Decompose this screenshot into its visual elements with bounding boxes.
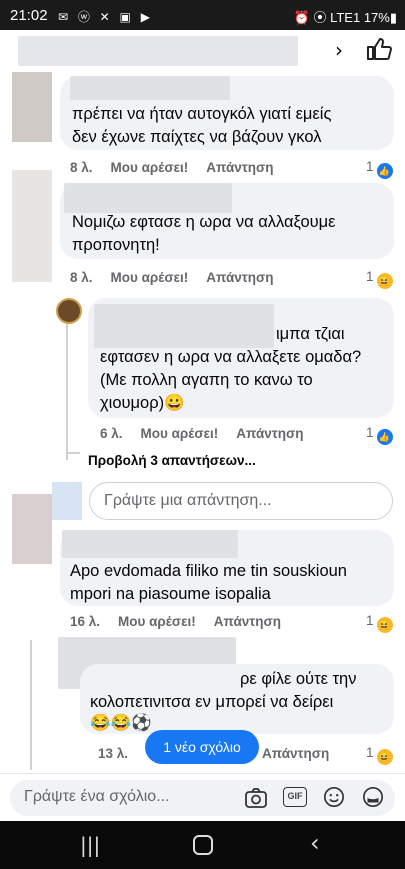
comment-text: χιουμορ)😀 (100, 394, 185, 412)
reaction-count-value: 1 (366, 745, 374, 760)
comment-composer: Γράψτε ένα σχόλιο... GIF (0, 773, 405, 821)
reaction-count[interactable]: 1 😆 (366, 613, 393, 633)
like-link[interactable]: Μου αρέσει! (111, 160, 189, 175)
avatar[interactable] (12, 170, 52, 282)
reaction-count[interactable]: 1 😆 (366, 269, 393, 289)
comment-input-placeholder: Γράψτε ένα σχόλιο... (24, 788, 170, 805)
reply-link[interactable]: Απάντηση (262, 746, 347, 761)
comment-time: 6 λ. (100, 426, 123, 441)
comment-actions: 6 λ. Μου αρέσει! Απάντηση (100, 426, 322, 441)
status-bar: 21:02 ✉ ⓦ ✕ ▣ ▶ ⏰ ⦿ LTE1 17%▮ (0, 0, 405, 30)
new-comment-button[interactable]: 1 νέο σχόλιο (145, 730, 259, 764)
reply-link[interactable]: Απάντηση (214, 614, 281, 629)
like-link[interactable]: Μου αρέσει! (141, 426, 219, 441)
home-icon[interactable] (193, 835, 213, 855)
like-link[interactable]: Μου αρέσει! (118, 614, 196, 629)
comment-bubble[interactable]: ιμπα τζιαι εφτασεν η ωρα να αλλαξετε ομα… (88, 298, 394, 418)
comment-text: δεν έχωνε παίχτες να βάζουν γκολ (72, 128, 322, 146)
thread-line (30, 640, 32, 770)
redacted-author (62, 530, 238, 558)
thread-line (66, 320, 68, 460)
avatar[interactable] (56, 298, 82, 324)
redacted-author (64, 183, 232, 213)
comment-text: κολοπετινιτσα εν μπορεί να δείρει (90, 693, 334, 711)
back-icon[interactable]: ‹ (310, 829, 320, 857)
reaction-count[interactable]: 1 😆 (366, 745, 393, 765)
comment-text: προπονητη! (72, 236, 160, 254)
haha-reaction-icon: 😆 (376, 273, 393, 289)
comment-actions: 8 λ. Μου αρέσει! Απάντηση (70, 160, 292, 175)
avatar[interactable] (12, 72, 52, 142)
redacted-post-title (18, 36, 298, 66)
sticker-icon[interactable] (361, 786, 385, 808)
comment-bubble[interactable]: Apo evdomada filiko me tin souskioun mpo… (60, 530, 394, 606)
comment-time: 16 λ. (70, 614, 101, 629)
chevron-right-icon[interactable]: › (335, 38, 343, 62)
like-reaction-icon: 👍 (376, 163, 393, 179)
reaction-count-value: 1 (366, 159, 374, 174)
reply-link[interactable]: Απάντηση (206, 160, 273, 175)
reaction-count-value: 1 (366, 425, 374, 440)
status-right: ⏰ ⦿ LTE1 17%▮ (293, 10, 397, 25)
comment-text: Νομιζω εφτασε η ωρα να αλλαξουμε (72, 213, 336, 231)
reply-input[interactable]: Γράψτε μια απάντηση... (89, 482, 393, 520)
camera-icon[interactable] (244, 787, 268, 809)
emoji-icon[interactable] (322, 786, 346, 808)
haha-reaction-icon: 😆 (376, 617, 393, 633)
reaction-count-value: 1 (366, 613, 374, 628)
like-reaction-icon: 👍 (376, 429, 393, 445)
system-nav-bar: ||| ‹ (0, 821, 405, 869)
notification-icons: ✉ ⓦ ✕ ▣ ▶ (58, 10, 153, 24)
redacted-author (70, 76, 230, 100)
comment-text: (Με πολλη αγαπη το κανω το (100, 371, 313, 389)
comment-text: ιμπα τζιαι (276, 325, 345, 343)
view-more-replies[interactable]: Προβολή 3 απαντήσεων... (88, 453, 256, 468)
comment-text: Apo evdomada filiko me tin souskioun (70, 562, 347, 580)
gif-icon[interactable]: GIF (283, 787, 307, 807)
comment-text: εφτασεν η ωρα να αλλαξετε ομαδα? (100, 348, 362, 366)
comment-time: 8 λ. (70, 270, 93, 285)
redacted-author (94, 304, 274, 348)
comment-text: mpori na piasoume isopalia (70, 585, 271, 603)
comment-time: 13 λ. (98, 746, 129, 761)
comment-text: πρέπει να ήταν αυτογκόλ γιατί εμείς (72, 105, 332, 123)
thumbs-up-icon[interactable] (366, 37, 392, 61)
comment-bubble[interactable]: πρέπει να ήταν αυτογκόλ γιατί εμείς δεν … (60, 76, 394, 150)
comment-bubble[interactable]: ρε φίλε ούτε την κολοπετινιτσα εν μπορεί… (80, 664, 394, 734)
thread-line (66, 452, 80, 454)
comment-text: 😂😂⚽ (90, 714, 152, 732)
haha-reaction-icon: 😆 (376, 749, 393, 765)
reply-link-label: Απάντηση (262, 746, 330, 761)
reaction-count-value: 1 (366, 269, 374, 284)
comment-time: 8 λ. (70, 160, 93, 175)
comment-actions: 16 λ. Μου αρέσει! Απάντηση (70, 614, 299, 629)
comment-text: ρε φίλε ούτε την (240, 670, 357, 688)
recent-apps-icon[interactable]: ||| (80, 833, 100, 857)
avatar[interactable] (12, 494, 52, 564)
comment-actions: 8 λ. Μου αρέσει! Απάντηση (70, 270, 292, 285)
reaction-count[interactable]: 1 👍 (366, 159, 393, 179)
avatar (52, 482, 82, 520)
status-time: 21:02 (10, 7, 48, 24)
comment-bubble[interactable]: Νομιζω εφτασε η ωρα να αλλαξουμε προπονη… (60, 183, 394, 259)
like-link[interactable]: Μου αρέσει! (111, 270, 189, 285)
comment-actions: 13 λ. (98, 746, 146, 761)
reply-link[interactable]: Απάντηση (206, 270, 273, 285)
reaction-count[interactable]: 1 👍 (366, 425, 393, 445)
reply-link[interactable]: Απάντηση (236, 426, 303, 441)
